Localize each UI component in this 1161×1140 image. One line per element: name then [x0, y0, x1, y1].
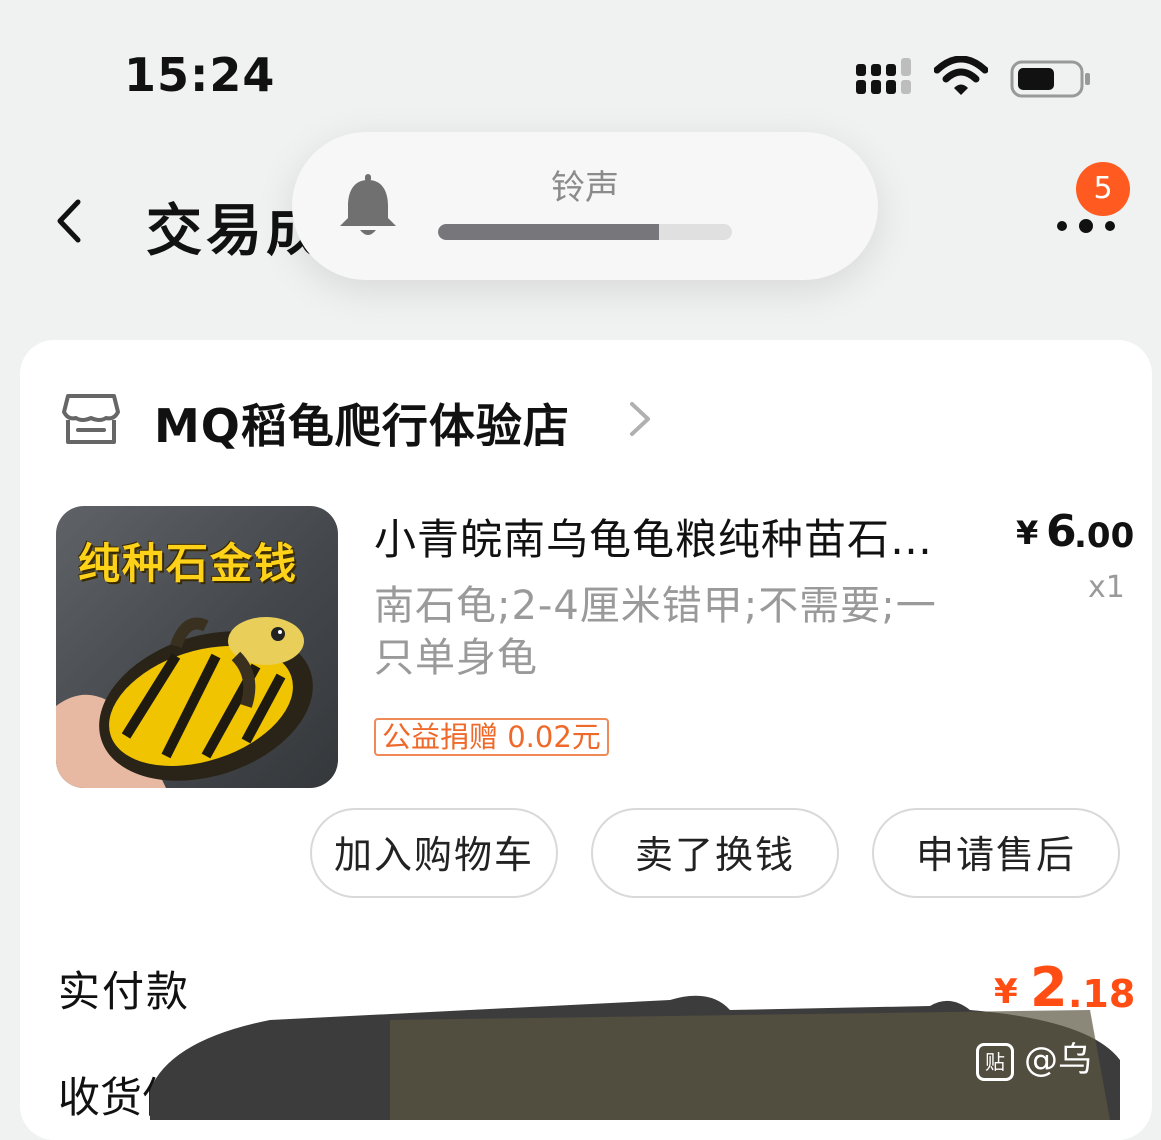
product-image[interactable]: 纯种石金钱	[56, 506, 338, 788]
volume-label: 铃声	[551, 168, 619, 208]
overlay-photo	[150, 995, 1120, 1120]
watermark-icon: 贴	[976, 1042, 1014, 1081]
battery-icon	[1010, 60, 1090, 98]
charity-tag: 公益捐赠 0.02元	[374, 718, 609, 756]
watermark: 贴 @乌	[976, 1032, 1092, 1081]
product-specs: 南石龟;2-4厘米错甲;不需要;一只单身龟	[374, 583, 937, 681]
resell-button[interactable]: 卖了换钱	[591, 808, 839, 898]
quantity: x1	[1088, 570, 1125, 605]
watermark-text: @乌	[1024, 1040, 1092, 1080]
status-time: 15:24	[124, 48, 276, 102]
bell-icon	[340, 174, 396, 235]
price-decimal: .00	[1074, 516, 1135, 556]
after-sale-button[interactable]: 申请售后	[872, 808, 1120, 898]
chevron-right-icon[interactable]	[626, 398, 654, 440]
volume-slider-fill	[438, 224, 659, 240]
volume-slider[interactable]	[438, 224, 732, 240]
store-name[interactable]: MQ稻龟爬行体验店	[154, 390, 570, 456]
signal-icon	[856, 58, 911, 94]
price-symbol: ¥	[1016, 514, 1039, 552]
product-image-text: 纯种石金钱	[78, 539, 299, 588]
more-options-icon[interactable]	[1054, 216, 1118, 236]
wifi-icon	[934, 56, 988, 95]
add-to-cart-button[interactable]: 加入购物车	[310, 808, 558, 898]
product-title[interactable]: 小青皖南乌龟龟粮纯种苗石…	[374, 506, 974, 567]
price-integer: 6	[1046, 506, 1077, 557]
notification-badge: 5	[1076, 162, 1130, 216]
store-icon	[62, 394, 120, 444]
back-arrow-icon[interactable]	[50, 196, 90, 246]
